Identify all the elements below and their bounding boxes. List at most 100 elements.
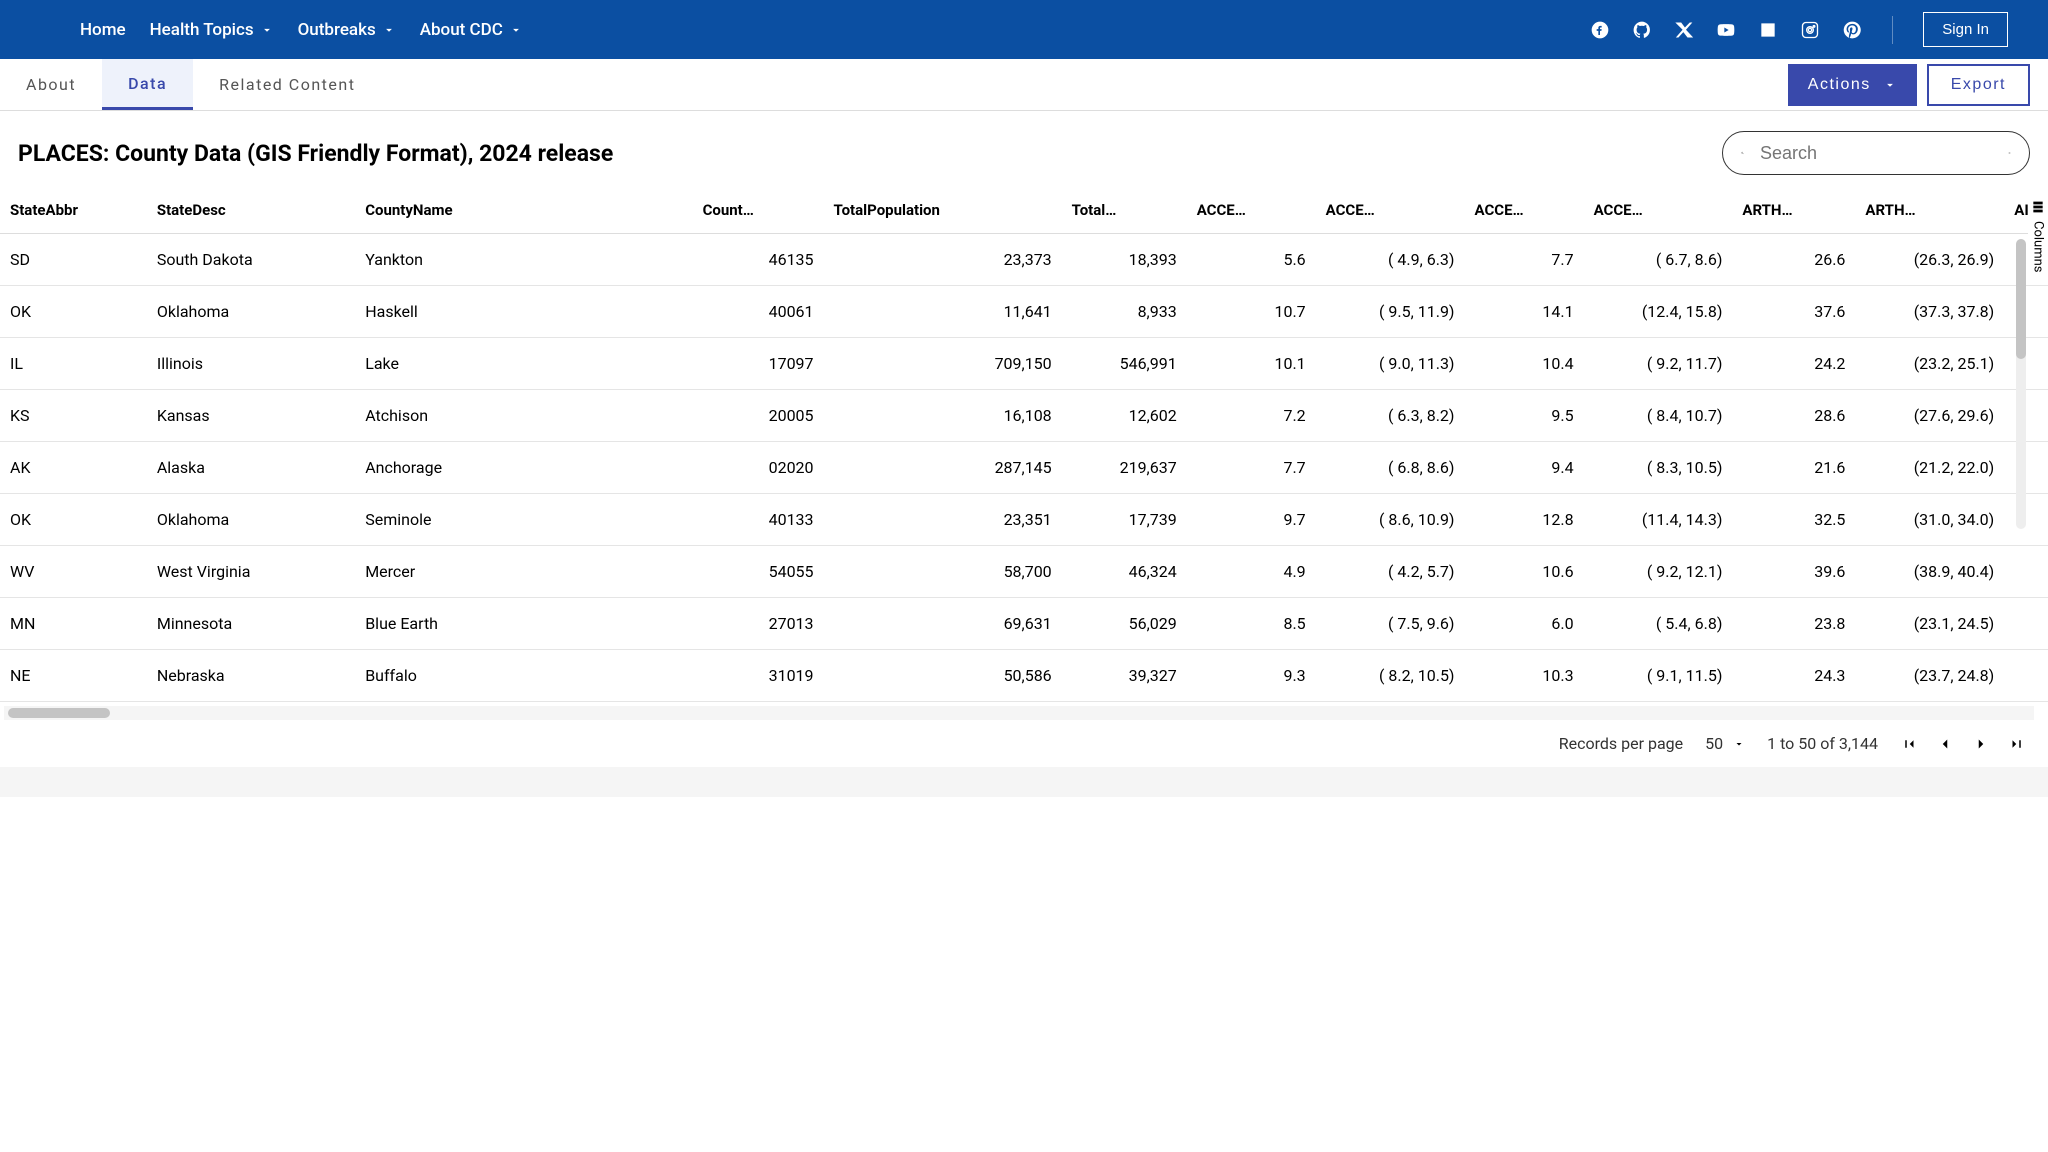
records-per-page-label: Records per page xyxy=(1559,734,1683,753)
pinterest-icon[interactable] xyxy=(1842,20,1862,40)
prev-page-icon[interactable] xyxy=(1936,735,1954,753)
columns-toggle[interactable]: Columns xyxy=(2028,193,2048,279)
instagram-icon[interactable] xyxy=(1800,20,1820,40)
table-cell: (23.2, 25.1) xyxy=(1855,338,2004,390)
table-row[interactable]: OKOklahomaHaskell4006111,6418,93310.7( 9… xyxy=(0,286,2048,338)
table-cell: 39.6 xyxy=(1732,546,1855,598)
search-input[interactable] xyxy=(1760,143,1992,164)
linkedin-icon[interactable] xyxy=(1758,20,1778,40)
tab-about[interactable]: About xyxy=(0,59,102,110)
search-field[interactable] xyxy=(1722,131,2030,175)
table-cell: 14.1 xyxy=(1465,286,1584,338)
table-cell: 26.6 xyxy=(1732,234,1855,286)
table-cell: OK xyxy=(0,494,147,546)
github-icon[interactable] xyxy=(1632,20,1652,40)
column-header[interactable]: ARTH… xyxy=(1732,187,1855,234)
column-header[interactable]: ARTH… xyxy=(1855,187,2004,234)
table-cell: 7.7 xyxy=(1465,234,1584,286)
records-per-page-select[interactable]: 50 xyxy=(1705,734,1745,753)
nav-outbreaks[interactable]: Outbreaks xyxy=(298,20,396,40)
youtube-icon[interactable] xyxy=(1716,20,1736,40)
actions-button[interactable]: Actions xyxy=(1788,64,1917,106)
column-header[interactable]: Total… xyxy=(1062,187,1187,234)
table-row[interactable]: NENebraskaBuffalo3101950,58639,3279.3( 8… xyxy=(0,650,2048,702)
table-cell: 27013 xyxy=(693,598,824,650)
column-header[interactable]: Count… xyxy=(693,187,824,234)
search-icon xyxy=(1741,142,1744,164)
table-cell: 10.3 xyxy=(1465,650,1584,702)
table-wrap: StateAbbrStateDescCountyNameCount…TotalP… xyxy=(0,187,2048,702)
table-cell: Nebraska xyxy=(147,650,355,702)
column-header[interactable]: ACCE… xyxy=(1316,187,1465,234)
table-cell xyxy=(2004,494,2048,546)
table-row[interactable]: MNMinnesotaBlue Earth2701369,63156,0298.… xyxy=(0,598,2048,650)
vertical-scrollbar[interactable] xyxy=(2016,239,2026,529)
vertical-scrollbar-thumb[interactable] xyxy=(2016,239,2026,359)
table-cell: 7.2 xyxy=(1187,390,1316,442)
table-cell: 46,324 xyxy=(1062,546,1187,598)
table-cell: 50,586 xyxy=(824,650,1062,702)
table-row[interactable]: ILIllinoisLake17097709,150546,99110.1( 9… xyxy=(0,338,2048,390)
table-cell: (11.4, 14.3) xyxy=(1584,494,1733,546)
export-button[interactable]: Export xyxy=(1927,64,2030,106)
horizontal-scrollbar[interactable] xyxy=(4,706,2034,720)
table-cell: ( 8.2, 10.5) xyxy=(1316,650,1465,702)
table-cell: NE xyxy=(0,650,147,702)
column-header[interactable]: StateDesc xyxy=(147,187,355,234)
table-cell: (23.7, 24.8) xyxy=(1855,650,2004,702)
close-icon[interactable] xyxy=(2008,142,2011,164)
tab-related-content[interactable]: Related Content xyxy=(193,59,381,110)
table-cell: 287,145 xyxy=(824,442,1062,494)
table-cell: Yankton xyxy=(355,234,692,286)
last-page-icon[interactable] xyxy=(2008,735,2026,753)
x-twitter-icon[interactable] xyxy=(1674,20,1694,40)
table-cell: South Dakota xyxy=(147,234,355,286)
table-cell: 21.6 xyxy=(1732,442,1855,494)
column-header[interactable]: CountyName xyxy=(355,187,692,234)
column-header[interactable]: TotalPopulation xyxy=(824,187,1062,234)
table-cell: 23,373 xyxy=(824,234,1062,286)
signin-button[interactable]: Sign In xyxy=(1923,12,2008,47)
nav-health-topics[interactable]: Health Topics xyxy=(150,20,274,40)
table-row[interactable]: AKAlaskaAnchorage02020287,145219,6377.7(… xyxy=(0,442,2048,494)
horizontal-scrollbar-thumb[interactable] xyxy=(8,708,110,718)
table-cell: ( 9.2, 12.1) xyxy=(1584,546,1733,598)
table-row[interactable]: WVWest VirginiaMercer5405558,70046,3244.… xyxy=(0,546,2048,598)
nav-left: Home Health Topics Outbreaks About CDC xyxy=(80,20,523,40)
table-cell: Blue Earth xyxy=(355,598,692,650)
table-cell: 10.7 xyxy=(1187,286,1316,338)
divider xyxy=(1892,16,1893,44)
page-range: 1 to 50 of 3,144 xyxy=(1767,734,1878,753)
table-cell: 17,739 xyxy=(1062,494,1187,546)
table-row[interactable]: OKOklahomaSeminole4013323,35117,7399.7( … xyxy=(0,494,2048,546)
table-row[interactable]: KSKansasAtchison2000516,10812,6027.2( 6.… xyxy=(0,390,2048,442)
tab-data[interactable]: Data xyxy=(102,59,193,110)
table-cell: 40061 xyxy=(693,286,824,338)
table-cell: ( 8.6, 10.9) xyxy=(1316,494,1465,546)
table-cell: OK xyxy=(0,286,147,338)
table-row[interactable]: SDSouth DakotaYankton4613523,37318,3935.… xyxy=(0,234,2048,286)
column-header[interactable]: ACCE… xyxy=(1465,187,1584,234)
table-cell: MN xyxy=(0,598,147,650)
table-cell: 10.1 xyxy=(1187,338,1316,390)
table-cell: 9.5 xyxy=(1465,390,1584,442)
next-page-icon[interactable] xyxy=(1972,735,1990,753)
chevron-down-icon xyxy=(260,23,274,37)
chevron-down-icon xyxy=(1883,78,1897,92)
nav-label: Outbreaks xyxy=(298,20,376,40)
table-cell: 58,700 xyxy=(824,546,1062,598)
facebook-icon[interactable] xyxy=(1590,20,1610,40)
table-cell: ( 6.7, 8.6) xyxy=(1584,234,1733,286)
first-page-icon[interactable] xyxy=(1900,735,1918,753)
table-cell: 219,637 xyxy=(1062,442,1187,494)
nav-about-cdc[interactable]: About CDC xyxy=(420,20,523,40)
table-cell xyxy=(2004,338,2048,390)
column-header[interactable]: ACCE… xyxy=(1187,187,1316,234)
table-cell: 17097 xyxy=(693,338,824,390)
table-cell: 9.3 xyxy=(1187,650,1316,702)
nav-home[interactable]: Home xyxy=(80,20,126,40)
table-cell: 39,327 xyxy=(1062,650,1187,702)
column-header[interactable]: ACCE… xyxy=(1584,187,1733,234)
column-header[interactable]: StateAbbr xyxy=(0,187,147,234)
table-cell: Buffalo xyxy=(355,650,692,702)
